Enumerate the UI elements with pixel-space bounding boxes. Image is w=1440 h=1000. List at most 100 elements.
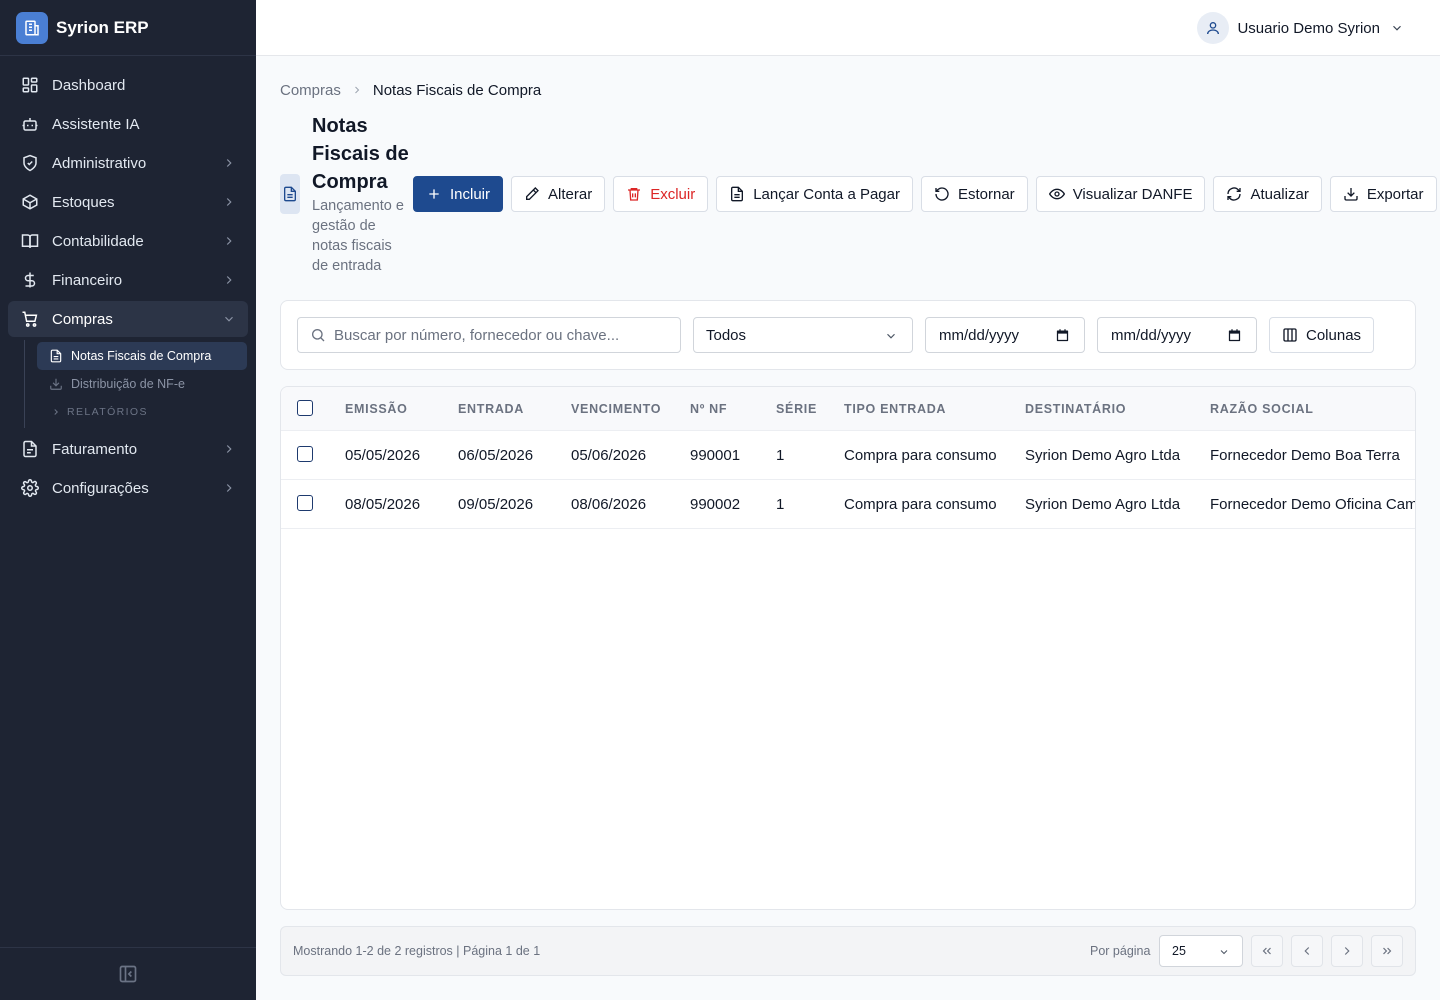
cell-numero-nf: 990002	[690, 496, 741, 513]
sidebar-item-label: Faturamento	[52, 440, 138, 458]
visualizar-danfe-button[interactable]: Visualizar DANFE	[1035, 176, 1206, 212]
breadcrumb-parent[interactable]: Compras	[280, 82, 341, 99]
sidebar-item-estoques[interactable]: Estoques	[8, 184, 248, 220]
sidebar-nav: Dashboard Assistente IA Administrativo E…	[0, 56, 256, 506]
search-input[interactable]	[334, 326, 664, 344]
colunas-button[interactable]: Colunas	[1269, 317, 1375, 353]
cell-serie: 1	[776, 496, 785, 513]
user-menu[interactable]: Usuario Demo Syrion	[1197, 12, 1404, 44]
toolbar: Incluir Alterar Excluir Lançar Conta a P…	[413, 176, 1437, 212]
column-header[interactable]: TIPO ENTRADA	[844, 402, 946, 416]
last-page-button[interactable]	[1371, 935, 1403, 967]
table-row[interactable]: 08/05/2026 09/05/2026 08/06/2026 990002 …	[281, 480, 1415, 529]
cell-razao-social: Fornecedor Demo Oficina Campo	[1210, 496, 1416, 513]
sidebar-item-label: Configurações	[52, 479, 149, 497]
brand[interactable]: Syrion ERP	[0, 0, 256, 56]
cell-destinatario: Syrion Demo Agro Ltda	[1025, 496, 1181, 513]
lancar-conta-a-pagar-button[interactable]: Lançar Conta a Pagar	[716, 176, 913, 212]
sidebar-item-label: Contabilidade	[52, 232, 144, 250]
compras-subnav: Notas Fiscais de Compra Distribuição de …	[24, 340, 256, 428]
chevron-right-icon	[54, 409, 58, 415]
file-text-icon	[50, 349, 62, 363]
dollar-icon	[20, 270, 40, 290]
date-to-input[interactable]: mm/dd/yyyy	[1097, 317, 1257, 353]
button-label: Exportar	[1366, 185, 1424, 203]
box-icon	[20, 192, 40, 212]
column-header[interactable]: RAZÃO SOCIAL	[1210, 402, 1314, 416]
cell-tipo-entrada: Compra para consumo	[844, 496, 997, 513]
sidebar-item-label: Dashboard	[52, 76, 126, 94]
sidebar-item-dashboard[interactable]: Dashboard	[8, 67, 248, 103]
column-header[interactable]: Nº NF	[690, 402, 727, 416]
collapse-sidebar-icon[interactable]	[118, 964, 138, 984]
subitem-label: Notas Fiscais de Compra	[71, 349, 212, 363]
column-header[interactable]: ENTRADA	[458, 402, 524, 416]
cell-entrada: 06/05/2026	[458, 447, 534, 464]
sidebar-item-assistente-ia[interactable]: Assistente IA	[8, 106, 248, 142]
per-page-select[interactable]: 25	[1159, 935, 1243, 967]
cell-serie: 1	[776, 447, 785, 464]
table-header: EMISSÃO ENTRADA VENCIMENTO Nº NF SÉRIE T…	[281, 387, 1415, 431]
first-page-button[interactable]	[1251, 935, 1283, 967]
button-label: Estornar	[957, 185, 1015, 203]
chevron-right-icon	[226, 445, 232, 453]
select-all-checkbox[interactable]	[297, 400, 313, 416]
sidebar-footer	[0, 947, 256, 1000]
eye-icon	[1048, 188, 1065, 200]
sidebar-item-administrativo[interactable]: Administrativo	[8, 145, 248, 181]
sidebar: Syrion ERP Dashboard Assistente IA Admin…	[0, 0, 256, 1000]
calendar-icon	[1228, 329, 1241, 342]
page-title: Notas Fiscais de Compra	[312, 115, 409, 193]
next-page-button[interactable]	[1331, 935, 1363, 967]
columns-icon	[1283, 328, 1297, 342]
download-icon	[1344, 188, 1358, 201]
exportar-button[interactable]: Exportar	[1329, 176, 1437, 212]
button-label: Alterar	[548, 185, 593, 203]
sidebar-item-contabilidade[interactable]: Contabilidade	[8, 223, 248, 259]
calendar-icon	[1056, 329, 1069, 342]
sidebar-item-faturamento[interactable]: Faturamento	[8, 431, 248, 467]
sidebar-item-compras[interactable]: Compras	[8, 301, 248, 337]
excluir-button[interactable]: Excluir	[613, 176, 709, 212]
prev-page-button[interactable]	[1291, 935, 1323, 967]
date-from-input[interactable]: mm/dd/yyyy	[925, 317, 1085, 353]
table-row[interactable]: 05/05/2026 06/05/2026 05/06/2026 990001 …	[281, 431, 1415, 480]
button-label: Atualizar	[1250, 185, 1309, 203]
sidebar-item-label: Assistente IA	[52, 115, 140, 133]
status-select[interactable]: Todos	[693, 317, 913, 353]
sidebar-item-financeiro[interactable]: Financeiro	[8, 262, 248, 298]
section-label: RELATÓRIOS	[67, 406, 148, 418]
alterar-button[interactable]: Alterar	[511, 176, 606, 212]
atualizar-button[interactable]: Atualizar	[1213, 176, 1322, 212]
button-label: Incluir	[450, 185, 491, 203]
row-checkbox[interactable]	[297, 446, 313, 462]
file-icon	[20, 439, 40, 459]
column-header[interactable]: VENCIMENTO	[571, 402, 661, 416]
topbar: Usuario Demo Syrion	[256, 0, 1440, 56]
cell-razao-social: Fornecedor Demo Boa Terra	[1210, 447, 1400, 464]
refresh-icon	[1227, 187, 1242, 201]
incluir-button[interactable]: Incluir	[413, 176, 504, 212]
chevron-right-icon	[226, 484, 232, 492]
pencil-icon	[526, 187, 539, 200]
trash-icon	[628, 188, 641, 201]
rotate-ccw-icon	[935, 187, 949, 201]
chevron-down-icon	[1220, 950, 1228, 955]
column-header[interactable]: SÉRIE	[776, 402, 817, 416]
section-relatorios[interactable]: RELATÓRIOS	[37, 398, 256, 426]
chevron-left-icon	[1304, 947, 1310, 955]
cell-entrada: 09/05/2026	[458, 496, 534, 513]
cell-tipo-entrada: Compra para consumo	[844, 447, 997, 464]
user-name: Usuario Demo Syrion	[1237, 19, 1380, 37]
chevrons-right-icon	[1383, 947, 1392, 955]
estornar-button[interactable]: Estornar	[920, 176, 1028, 212]
row-checkbox[interactable]	[297, 495, 313, 511]
subitem-notas-fiscais-de-compra[interactable]: Notas Fiscais de Compra	[37, 342, 247, 370]
column-header[interactable]: EMISSÃO	[345, 402, 408, 416]
subitem-distribuicao-de-nfe[interactable]: Distribuição de NF-e	[37, 370, 247, 398]
search-box	[297, 317, 681, 353]
user-icon	[1207, 22, 1220, 35]
sidebar-item-configuracoes[interactable]: Configurações	[8, 470, 248, 506]
column-header[interactable]: DESTINATÁRIO	[1025, 402, 1126, 416]
gear-icon	[20, 478, 40, 498]
